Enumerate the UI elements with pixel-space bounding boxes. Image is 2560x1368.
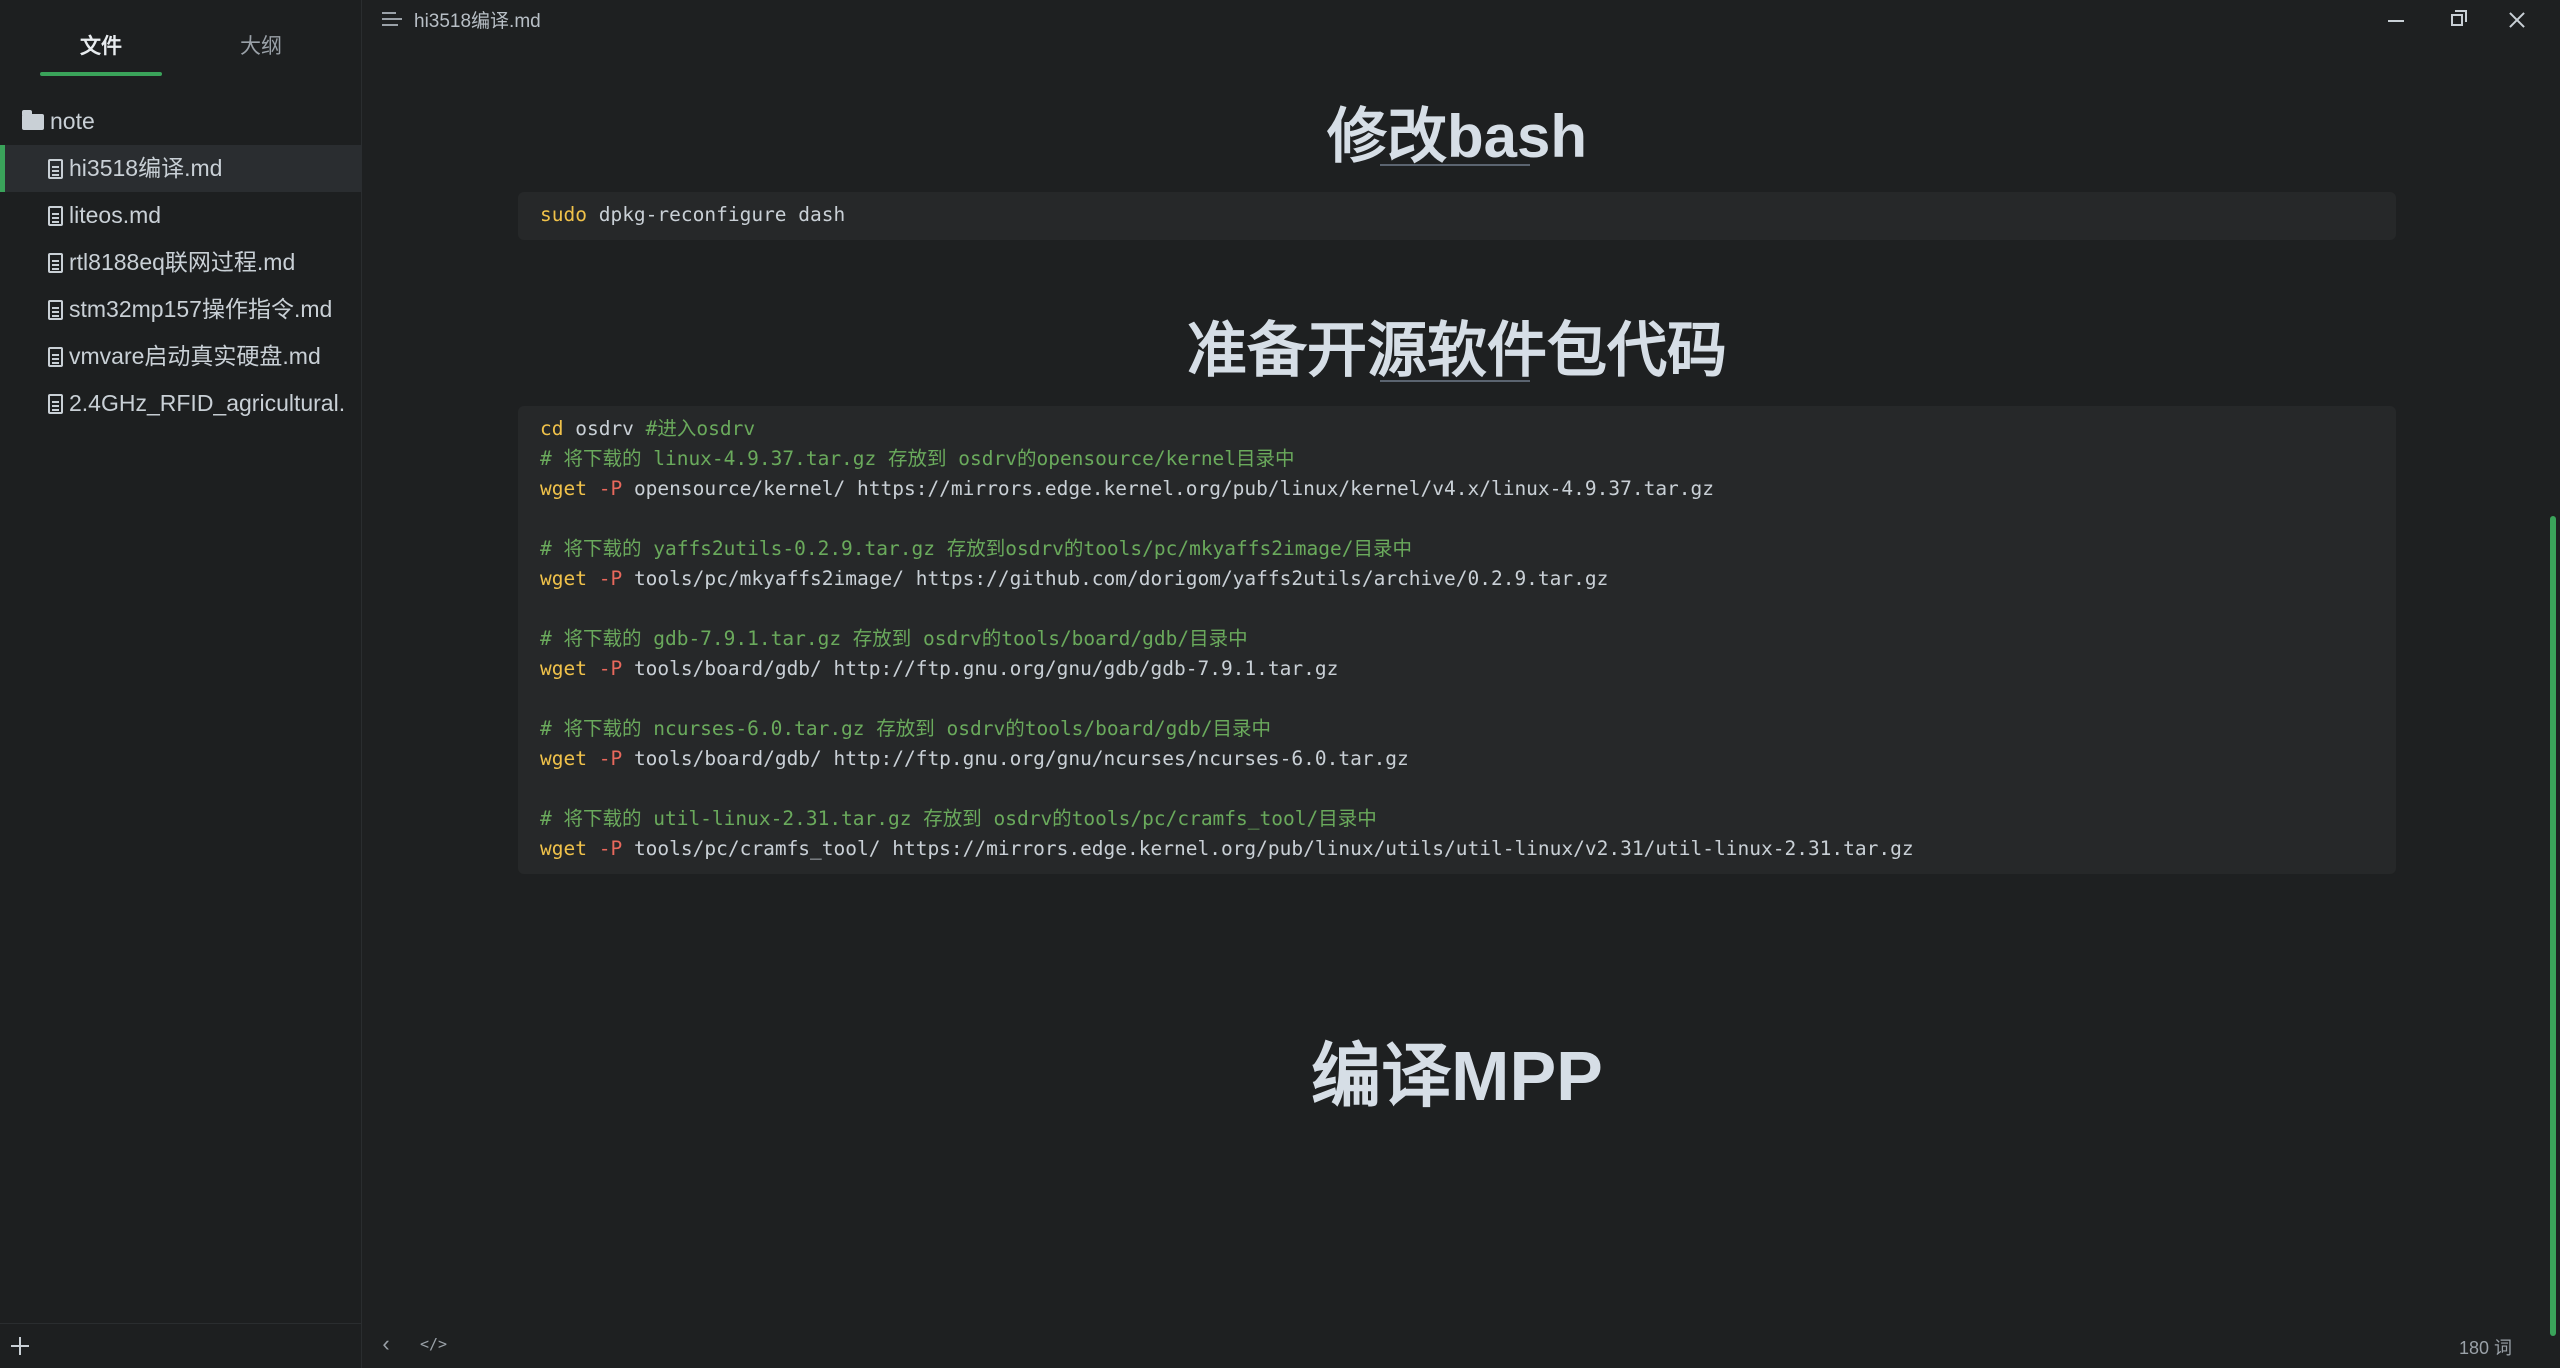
code-line: # 将下载的 ncurses-6.0.tar.gz 存放到 osdrv的tool… — [540, 714, 2374, 744]
code-text: tools/board/gdb/ http://ftp.gnu.org/gnu/… — [622, 747, 1409, 770]
file-label: hi3518编译.md — [69, 155, 223, 181]
word-count: 180 词 — [2458, 1338, 2512, 1358]
code-line: cd osdrv #进入osdrv — [540, 414, 2374, 444]
editor-area[interactable]: 修改bash sudo dpkg-reconfigure dash 准备开源软件… — [362, 40, 2560, 1324]
heading-modify-bash: 修改bash — [1326, 103, 1588, 170]
title-bar: hi3518编译.md — [362, 0, 2560, 40]
code-line: wget -P tools/board/gdb/ http://ftp.gnu.… — [540, 744, 2374, 774]
file-item[interactable]: rtl8188eq联网过程.md — [0, 239, 362, 286]
code-keyword: wget — [540, 567, 587, 590]
folder-icon — [22, 110, 44, 130]
file-icon — [48, 206, 63, 226]
heading-prepare-source: 准备开源软件包代码 — [1187, 317, 1727, 384]
code-line: wget -P opensource/kernel/ https://mirro… — [540, 474, 2374, 504]
status-bar: ‹ </> 180 词 — [362, 1324, 2560, 1368]
file-icon — [48, 159, 63, 179]
code-flag: -P — [586, 567, 623, 590]
active-tab-indicator — [40, 72, 162, 76]
chevron-left-icon[interactable]: ‹ — [376, 1333, 396, 1355]
code-line: # 将下载的 linux-4.9.37.tar.gz 存放到 osdrv的ope… — [540, 444, 2374, 474]
code-comment: # 将下载的 util-linux-2.31.tar.gz 存放到 osdrv的… — [540, 807, 1377, 830]
scrollbar-thumb[interactable] — [2550, 516, 2556, 1336]
file-label: rtl8188eq联网过程.md — [69, 249, 296, 275]
file-label: stm32mp157操作指令.md — [69, 296, 333, 322]
file-icon — [48, 347, 63, 367]
code-line: # 将下载的 util-linux-2.31.tar.gz 存放到 osdrv的… — [540, 804, 2374, 834]
file-icon — [48, 300, 63, 320]
sidebar-tabs: 文件 大纲 — [0, 0, 362, 80]
code-text: tools/pc/cramfs_tool/ https://mirrors.ed… — [622, 837, 1914, 860]
minimize-icon[interactable] — [2368, 0, 2424, 40]
file-icon — [48, 253, 63, 273]
file-tree: note hi3518编译.md liteos.md rtl8188eq联网过程… — [0, 98, 362, 427]
code-flag: -P — [586, 477, 623, 500]
restore-icon[interactable] — [2430, 0, 2486, 40]
file-item[interactable]: 2.4GHz_RFID_agricultural. — [0, 380, 362, 427]
folder-label: note — [50, 108, 95, 134]
file-label: liteos.md — [69, 202, 162, 228]
source-code-icon[interactable]: </> — [420, 1334, 448, 1354]
file-label: 2.4GHz_RFID_agricultural. — [69, 390, 346, 416]
code-text: opensource/kernel/ https://mirrors.edge.… — [622, 477, 1715, 500]
code-keyword: wget — [540, 837, 587, 860]
tab-outline[interactable]: 大纲 — [200, 30, 322, 70]
file-item[interactable]: vmvare启动真实硬盘.md — [0, 333, 362, 380]
app-window: 文件 大纲 note hi3518编译.md liteos.md rtl8188… — [0, 0, 2560, 1368]
heading-underline — [1380, 164, 1530, 166]
heading-underline — [1380, 380, 1530, 382]
folder-note[interactable]: note — [0, 98, 362, 145]
code-text: osdrv — [563, 417, 646, 440]
code-comment: # 将下载的 gdb-7.9.1.tar.gz 存放到 osdrv的tools/… — [540, 627, 1248, 650]
code-comment: # 将下载的 linux-4.9.37.tar.gz 存放到 osdrv的ope… — [540, 447, 1295, 470]
code-text: tools/board/gdb/ http://ftp.gnu.org/gnu/… — [622, 657, 1339, 680]
code-text: tools/pc/mkyaffs2image/ https://github.c… — [622, 567, 1609, 590]
document-menu-icon[interactable] — [382, 12, 402, 26]
code-block[interactable]: cd osdrv #进入osdrv # 将下载的 linux-4.9.37.tar… — [518, 406, 2396, 874]
code-flag: -P — [586, 837, 623, 860]
close-icon[interactable] — [2490, 0, 2546, 40]
code-keyword: wget — [540, 477, 587, 500]
file-icon — [48, 394, 63, 414]
sidebar: 文件 大纲 note hi3518编译.md liteos.md rtl8188… — [0, 0, 362, 1368]
sidebar-footer — [0, 1323, 362, 1368]
scrollbar[interactable] — [2546, 40, 2560, 1336]
code-line: wget -P tools/pc/mkyaffs2image/ https://… — [540, 564, 2374, 594]
file-item[interactable]: liteos.md — [0, 192, 362, 239]
code-line: wget -P tools/pc/cramfs_tool/ https://mi… — [540, 834, 2374, 864]
code-line: # 将下载的 yaffs2utils-0.2.9.tar.gz 存放到osdrv… — [540, 534, 2374, 564]
code-comment: # 将下载的 yaffs2utils-0.2.9.tar.gz 存放到osdrv… — [540, 537, 1412, 560]
heading-compile-mpp: 编译MPP — [1311, 1037, 1603, 1115]
add-file-icon[interactable] — [10, 1336, 30, 1356]
code-keyword: cd — [540, 417, 564, 440]
code-keyword: wget — [540, 657, 587, 680]
code-comment: #进入osdrv — [645, 417, 756, 440]
code-keyword: wget — [540, 747, 587, 770]
code-line: wget -P tools/board/gdb/ http://ftp.gnu.… — [540, 654, 2374, 684]
code-flag: -P — [586, 657, 623, 680]
code-line: sudo dpkg-reconfigure dash — [540, 200, 2374, 230]
code-keyword: sudo — [540, 203, 587, 226]
tab-files[interactable]: 文件 — [40, 30, 162, 70]
code-line: # 将下载的 gdb-7.9.1.tar.gz 存放到 osdrv的tools/… — [540, 624, 2374, 654]
file-item[interactable]: hi3518编译.md — [0, 145, 362, 192]
code-text: dpkg-reconfigure dash — [586, 203, 846, 226]
file-label: vmvare启动真实硬盘.md — [69, 343, 321, 369]
document-title: hi3518编译.md — [414, 11, 541, 32]
code-block[interactable]: sudo dpkg-reconfigure dash — [518, 192, 2396, 240]
code-flag: -P — [586, 747, 623, 770]
file-item[interactable]: stm32mp157操作指令.md — [0, 286, 362, 333]
code-comment: # 将下载的 ncurses-6.0.tar.gz 存放到 osdrv的tool… — [540, 717, 1272, 740]
